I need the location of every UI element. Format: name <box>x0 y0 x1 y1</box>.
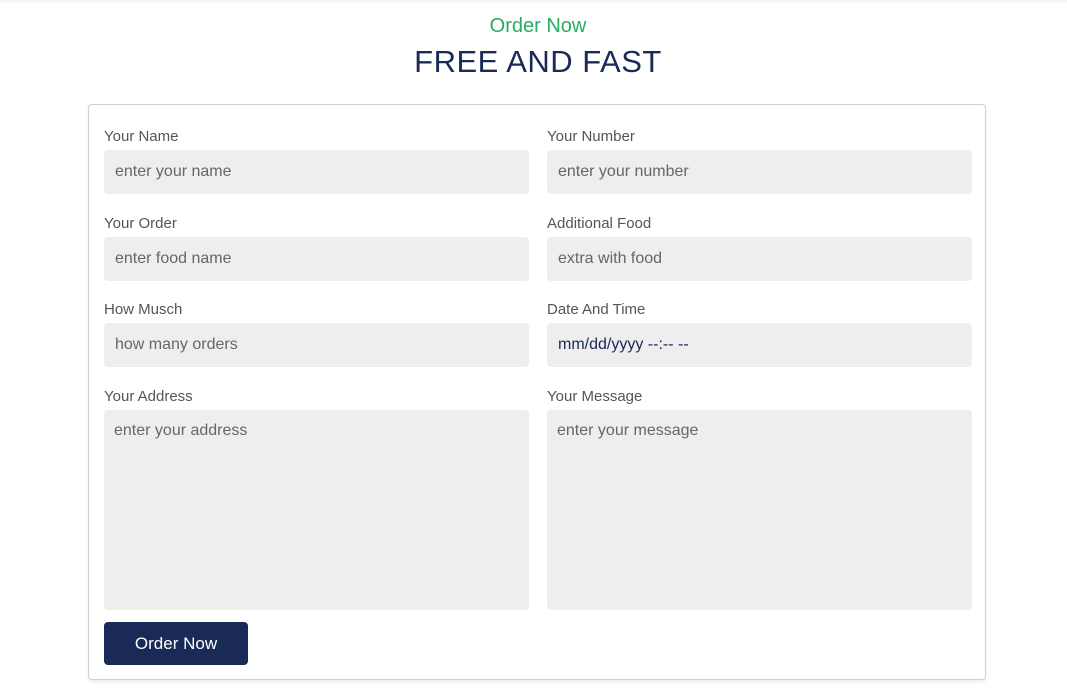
food-name-input[interactable] <box>104 237 529 281</box>
quantity-input[interactable] <box>104 323 529 367</box>
order-field-group: Your Order <box>104 215 529 281</box>
address-field-group: Your Address <box>104 388 529 610</box>
quantity-label: How Musch <box>104 301 183 318</box>
name-input[interactable] <box>104 150 529 194</box>
name-field-group: Your Name <box>104 128 529 194</box>
order-now-button[interactable]: Order Now <box>104 622 248 665</box>
address-label: Your Address <box>104 388 193 405</box>
datetime-value: mm/dd/yyyy --:-- -- <box>558 336 689 353</box>
additional-food-input[interactable] <box>547 237 972 281</box>
name-label: Your Name <box>104 128 179 145</box>
number-input[interactable] <box>547 150 972 194</box>
order-form: Your Name Your Number Your Order Additio… <box>88 104 986 680</box>
section-heading: Order Now FREE AND FAST <box>0 14 1067 80</box>
additional-food-field-group: Additional Food <box>547 215 972 281</box>
section-subtitle: Order Now <box>489 15 587 37</box>
number-field-group: Your Number <box>547 128 972 194</box>
datetime-field-group: Date And Time mm/dd/yyyy --:-- -- <box>547 301 972 367</box>
quantity-field-group: How Musch <box>104 301 529 367</box>
message-textarea[interactable] <box>547 410 972 610</box>
address-textarea[interactable] <box>104 410 529 610</box>
message-field-group: Your Message <box>547 388 972 610</box>
additional-food-label: Additional Food <box>547 215 652 232</box>
datetime-input[interactable]: mm/dd/yyyy --:-- -- <box>547 323 972 367</box>
message-label: Your Message <box>547 388 643 405</box>
top-shade <box>0 0 1067 4</box>
number-label: Your Number <box>547 128 635 145</box>
order-label: Your Order <box>104 215 177 232</box>
section-title: FREE AND FAST <box>414 44 662 79</box>
datetime-label: Date And Time <box>547 301 646 318</box>
